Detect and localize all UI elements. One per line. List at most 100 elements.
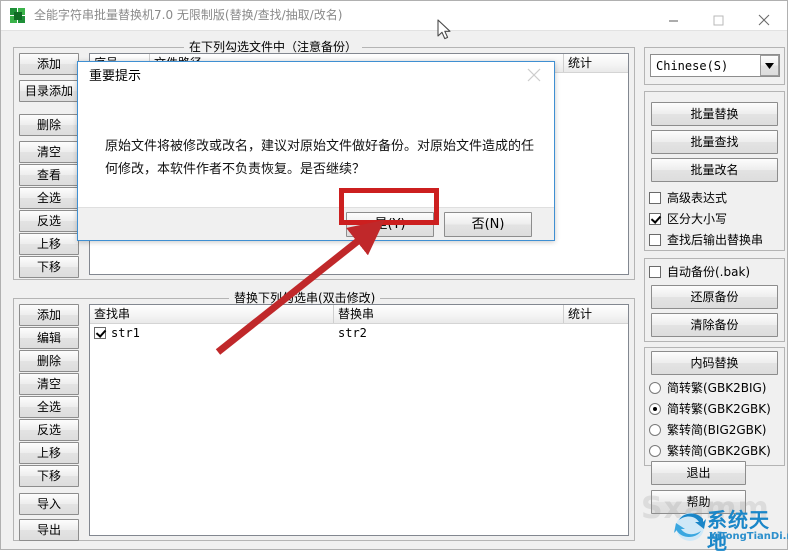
button-label: 内码替换 [690,356,739,370]
radio-gbk2big[interactable]: 简转繁(GBK2BIG) [649,381,766,395]
radio-circle[interactable] [649,382,661,394]
button-label: 还原备份 [690,290,739,304]
dialog-no-button[interactable]: 否(N) [444,212,532,237]
button-label: 查看 [36,168,61,182]
radio-label: 简转繁(GBK2BIG) [667,381,767,395]
checkbox-label: 高级表达式 [667,191,728,205]
str-select-all-button[interactable]: 全选 [19,396,79,418]
checkbox-label: 区分大小写 [667,212,728,226]
chevron-down-icon[interactable] [760,55,779,76]
checkbox-case-sensitive[interactable]: 区分大小写 [649,212,727,226]
dialog-title: 重要提示 [89,69,142,84]
dialog-message: 原始文件将被修改或改名，建议对原始文件做好备份。对原始文件造成的任何修改，本软件… [105,139,535,177]
file-move-up-button[interactable]: 上移 [19,233,79,255]
str-move-up-button[interactable]: 上移 [19,442,79,464]
button-label: 导入 [36,497,61,511]
file-view-button[interactable]: 查看 [19,164,79,186]
checkbox-auto-backup[interactable]: 自动备份(.bak) [649,265,750,279]
strings-listview-body[interactable]: str1 str2 [90,324,628,342]
cell-find-text: str1 [111,326,140,340]
str-delete-button[interactable]: 删除 [19,350,79,372]
confirm-dialog: 重要提示 原始文件将被修改或改名，建议对原始文件做好备份。对原始文件造成的任何修… [77,61,555,241]
encoding-replace-button[interactable]: 内码替换 [651,351,778,375]
file-add-dir-button[interactable]: 目录添加 [19,80,79,102]
str-edit-button[interactable]: 编辑 [19,327,79,349]
button-label: 清空 [36,377,61,391]
dialog-footer: 是(Y) 否(N) [78,207,554,240]
button-label: 清空 [36,145,61,159]
minimize-button[interactable] [651,1,696,30]
str-add-button[interactable]: 添加 [19,304,79,326]
radio-label: 繁转简(GBK2GBK) [667,444,771,458]
batch-rename-button[interactable]: 批量改名 [651,158,778,182]
button-label: 反选 [36,423,61,437]
checkbox-box[interactable] [649,266,661,278]
file-delete-button[interactable]: 删除 [19,114,79,136]
watermark-en-text: XiTongTianDi.net [709,531,788,542]
button-label: 是(Y) [374,217,406,232]
strings-group-title: 替换下列勾选串(双击修改) [229,291,381,305]
file-select-all-button[interactable]: 全选 [19,187,79,209]
window-title: 全能字符串批量替换机7.0 无限制版(替换/查找/抽取/改名) [34,8,343,22]
str-clear-button[interactable]: 清空 [19,373,79,395]
close-icon [758,14,769,26]
str-invert-button[interactable]: 反选 [19,419,79,441]
button-label: 添加 [36,308,61,322]
checkbox-box[interactable] [649,213,661,225]
button-label: 否(N) [471,217,505,232]
str-move-down-button[interactable]: 下移 [19,465,79,487]
button-label: 批量改名 [690,163,739,177]
radio-circle[interactable] [649,445,661,457]
dialog-close-button[interactable] [514,62,554,91]
cell-find[interactable]: str1 [90,326,334,340]
checkbox-box[interactable] [649,234,661,246]
column-header-replace[interactable]: 替换串 [334,305,564,323]
batch-find-button[interactable]: 批量查找 [651,130,778,154]
radio-label: 繁转简(BIG2GBK) [667,423,767,437]
button-label: 批量替换 [690,107,739,121]
column-header-count[interactable]: 统计 [564,54,628,72]
file-invert-button[interactable]: 反选 [19,210,79,232]
table-row[interactable]: str1 str2 [90,324,628,342]
checkbox-label: 查找后输出替换串 [667,233,764,247]
button-label: 下移 [36,260,61,274]
checkbox-box[interactable] [649,192,661,204]
checkbox-advanced-expression[interactable]: 高级表达式 [649,191,727,205]
close-icon [527,68,541,82]
button-label: 上移 [36,446,61,460]
checkbox-output-replace-string[interactable]: 查找后输出替换串 [649,233,763,247]
close-button[interactable] [741,1,786,30]
checkbox-label: 自动备份(.bak) [667,265,751,279]
language-select[interactable]: Chinese(S) [650,54,780,77]
radio-gbk2gbk-s2t[interactable]: 简转繁(GBK2GBK) [649,402,771,416]
strings-listview-header: 查找串 替换串 统计 [90,305,628,324]
str-export-button[interactable]: 导出 [19,519,79,541]
column-header-count[interactable]: 统计 [564,305,628,323]
column-header-find[interactable]: 查找串 [90,305,334,323]
file-move-down-button[interactable]: 下移 [19,256,79,278]
dialog-yes-button[interactable]: 是(Y) [346,212,434,237]
watermark: 系统天地 XiTongTianDi.net [673,509,788,553]
file-add-button[interactable]: 添加 [19,53,79,75]
strings-listview[interactable]: 查找串 替换串 统计 str1 str2 [89,304,629,536]
file-clear-button[interactable]: 清空 [19,141,79,163]
radio-big2gbk[interactable]: 繁转简(BIG2GBK) [649,423,766,437]
radio-label: 简转繁(GBK2GBK) [667,402,771,416]
cell-replace[interactable]: str2 [334,326,564,340]
str-import-button[interactable]: 导入 [19,493,79,515]
dialog-title-bar: 重要提示 [78,62,554,92]
button-label: 退出 [686,466,711,480]
button-label: 上移 [36,237,61,251]
batch-replace-button[interactable]: 批量替换 [651,102,778,126]
maximize-button[interactable] [696,1,741,30]
clear-backup-button[interactable]: 清除备份 [651,313,778,337]
exit-button[interactable]: 退出 [651,461,746,485]
button-label: 全选 [36,400,61,414]
row-checkbox[interactable] [94,327,106,339]
radio-circle[interactable] [649,403,661,415]
radio-gbk2gbk-t2s[interactable]: 繁转简(GBK2GBK) [649,444,771,458]
button-label: 反选 [36,214,61,228]
radio-circle[interactable] [649,424,661,436]
button-label: 导出 [36,523,61,537]
restore-backup-button[interactable]: 还原备份 [651,285,778,309]
